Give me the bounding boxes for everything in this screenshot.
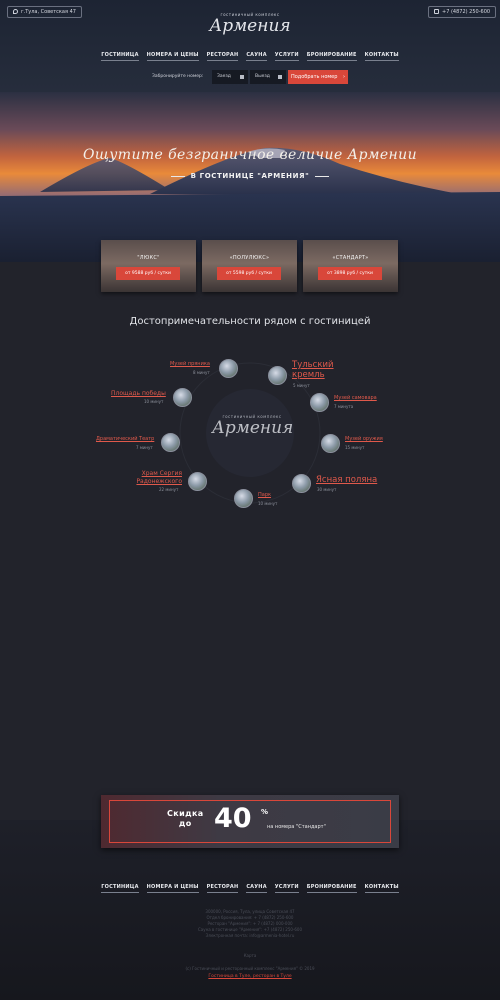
attraction-time: 7 минут: [136, 445, 153, 450]
checkin-field[interactable]: Заезд: [212, 70, 248, 84]
attraction-photo-gingerbread-museum: [219, 359, 238, 378]
hotel-logo[interactable]: гостиничный комплекс Армения: [205, 10, 295, 44]
nav-item-contacts[interactable]: КОНТАКТЫ: [364, 884, 399, 893]
room-price-button[interactable]: от 9588 руб / сутки: [116, 267, 180, 280]
footer-email: Электронная почта: info@armenia-hotel.ru: [205, 933, 295, 938]
attraction-time: 15 минут: [345, 445, 365, 450]
promo-number: 40: [214, 803, 252, 834]
attraction-link-church[interactable]: Храм Сергия Радонежского: [134, 470, 182, 485]
nav-item-rooms[interactable]: НОМЕРА И ЦЕНЫ: [146, 884, 199, 893]
calendar-icon: [278, 75, 282, 79]
attraction-link-park[interactable]: Парк: [258, 492, 271, 498]
nav-item-booking[interactable]: БРОНИРОВАНИЕ: [306, 52, 357, 61]
nav-item-restaurant[interactable]: РЕСТОРАН: [206, 884, 239, 893]
room-price-button[interactable]: от 3898 руб / сутки: [318, 267, 382, 280]
phone-pill[interactable]: +7 (4872) 250-600: [428, 6, 497, 18]
room-title: "ЛЮКС": [137, 255, 160, 261]
phone-icon: [434, 9, 439, 14]
nav-item-rooms[interactable]: НОМЕРА И ЦЕНЫ: [146, 52, 199, 61]
checkin-placeholder: Заезд: [217, 74, 231, 79]
attraction-photo-kremlin: [268, 366, 287, 385]
map-pin-icon: [13, 9, 18, 14]
attraction-link-victory-square[interactable]: Площадь победы: [111, 390, 166, 397]
attraction-photo-yasnaya-polyana: [292, 474, 311, 493]
nav-item-hotel[interactable]: ГОСТИНИЦА: [101, 884, 139, 893]
nav-item-sauna[interactable]: САУНА: [246, 884, 267, 893]
hero-subtitle: В ГОСТИНИЦЕ "АРМЕНИЯ": [0, 172, 500, 180]
room-title: «ПОЛУЛЮКС»: [229, 255, 270, 261]
checkout-field[interactable]: Выезд: [250, 70, 286, 84]
find-room-label: Подобрать номер: [290, 74, 338, 80]
nav-item-services[interactable]: УСЛУГИ: [274, 884, 299, 893]
attractions-title: Достопримечательности рядом с гостиницей: [129, 316, 371, 327]
footer-map-link[interactable]: Карта: [0, 953, 500, 959]
footer-sauna-phone: Сауна в гостинице "Армения": +7 (4872) 2…: [197, 927, 303, 932]
logo-title: Армения: [209, 16, 291, 36]
room-card-standard[interactable]: «СТАНДАРТ» от 3898 руб / сутки: [303, 240, 398, 292]
attraction-link-gingerbread-museum[interactable]: Музей пряника: [170, 361, 210, 367]
promo-banner[interactable]: Скидка до 40 % на номера "Стандарт": [101, 795, 399, 848]
footer-address: 300000, Россия, Тула, улица Советская 47: [205, 909, 295, 914]
calendar-icon: [240, 75, 244, 79]
booking-label: Забронируйте номер:: [152, 74, 204, 79]
logo-title: Армения: [212, 418, 294, 438]
chevron-right-icon: ›: [343, 74, 346, 80]
footer-copyright: (c) Гостиничный и ресторанный комплекс "…: [185, 966, 315, 971]
find-room-button[interactable]: Подобрать номер ›: [288, 70, 348, 84]
attraction-link-yasnaya-polyana[interactable]: Ясная поляна: [316, 475, 377, 485]
nav-item-sauna[interactable]: САУНА: [246, 52, 267, 61]
attraction-time: 5 минут: [293, 383, 310, 388]
attraction-link-kremlin[interactable]: Тульский кремль: [292, 360, 342, 380]
attraction-link-drama-theatre[interactable]: Драматический Театр: [96, 436, 154, 442]
attraction-time: 10 минут: [258, 501, 278, 506]
attraction-photo-drama-theatre: [161, 433, 180, 452]
promo-description: на номера "Стандарт": [267, 824, 326, 830]
main-nav: ГОСТИНИЦА НОМЕРА И ЦЕНЫ РЕСТОРАН САУНА У…: [0, 52, 500, 61]
checkout-placeholder: Выезд: [255, 74, 270, 79]
nav-item-services[interactable]: УСЛУГИ: [274, 52, 299, 61]
hero-title: Ощутите безграничное величие Армении: [82, 147, 418, 163]
promo-line1: Скидка: [167, 809, 204, 818]
footer-seo-link[interactable]: Гостиница в Туле, ресторан в Туле: [0, 974, 500, 979]
divider: [170, 175, 185, 177]
attraction-link-samovar-museum[interactable]: Музей самовара: [334, 395, 377, 401]
attraction-photo-park: [234, 489, 253, 508]
attraction-time: 30 минут: [317, 487, 337, 492]
attraction-time: 7 минута: [334, 404, 354, 409]
attraction-time: 10 минут: [144, 399, 164, 404]
footer-nav: ГОСТИНИЦА НОМЕРА И ЦЕНЫ РЕСТОРАН САУНА У…: [0, 884, 500, 893]
attraction-time: 22 минут: [159, 487, 179, 492]
attraction-photo-church: [188, 472, 207, 491]
room-title: «СТАНДАРТ»: [332, 255, 369, 261]
nav-item-contacts[interactable]: КОНТАКТЫ: [364, 52, 399, 61]
room-price-button[interactable]: от 5598 руб / сутки: [217, 267, 281, 280]
address-text: г.Тула, Советская 47: [21, 9, 76, 15]
address-pill[interactable]: г.Тула, Советская 47: [7, 6, 82, 18]
center-logo: гостиничный комплекс Армения: [212, 412, 294, 446]
room-card-semilux[interactable]: «ПОЛУЛЮКС» от 5598 руб / сутки: [202, 240, 297, 292]
nav-item-hotel[interactable]: ГОСТИНИЦА: [101, 52, 139, 61]
attraction-photo-victory-square: [173, 388, 192, 407]
attraction-photo-weapons-museum: [321, 434, 340, 453]
promo-discount-label: Скидка до: [167, 809, 204, 829]
attraction-link-weapons-museum[interactable]: Музей оружия: [345, 436, 383, 442]
attraction-photo-samovar-museum: [310, 393, 329, 412]
phone-text: +7 (4872) 250-600: [442, 9, 491, 15]
nav-item-booking[interactable]: БРОНИРОВАНИЕ: [306, 884, 357, 893]
footer-restaurant-phone: Ресторан "Армения": + 7 (4872) 000-000: [207, 921, 293, 926]
promo-percent: %: [261, 808, 269, 816]
hero-subtitle-text: В ГОСТИНИЦЕ "АРМЕНИЯ": [190, 172, 310, 180]
divider: [315, 175, 330, 177]
room-card-lux[interactable]: "ЛЮКС" от 9588 руб / сутки: [101, 240, 196, 292]
attraction-time: 8 минут: [193, 370, 210, 375]
promo-line2: до: [178, 819, 192, 828]
nav-item-restaurant[interactable]: РЕСТОРАН: [206, 52, 239, 61]
footer-booking-phone: Отдел бронирования: + 7 (4872) 250-600: [206, 915, 294, 920]
